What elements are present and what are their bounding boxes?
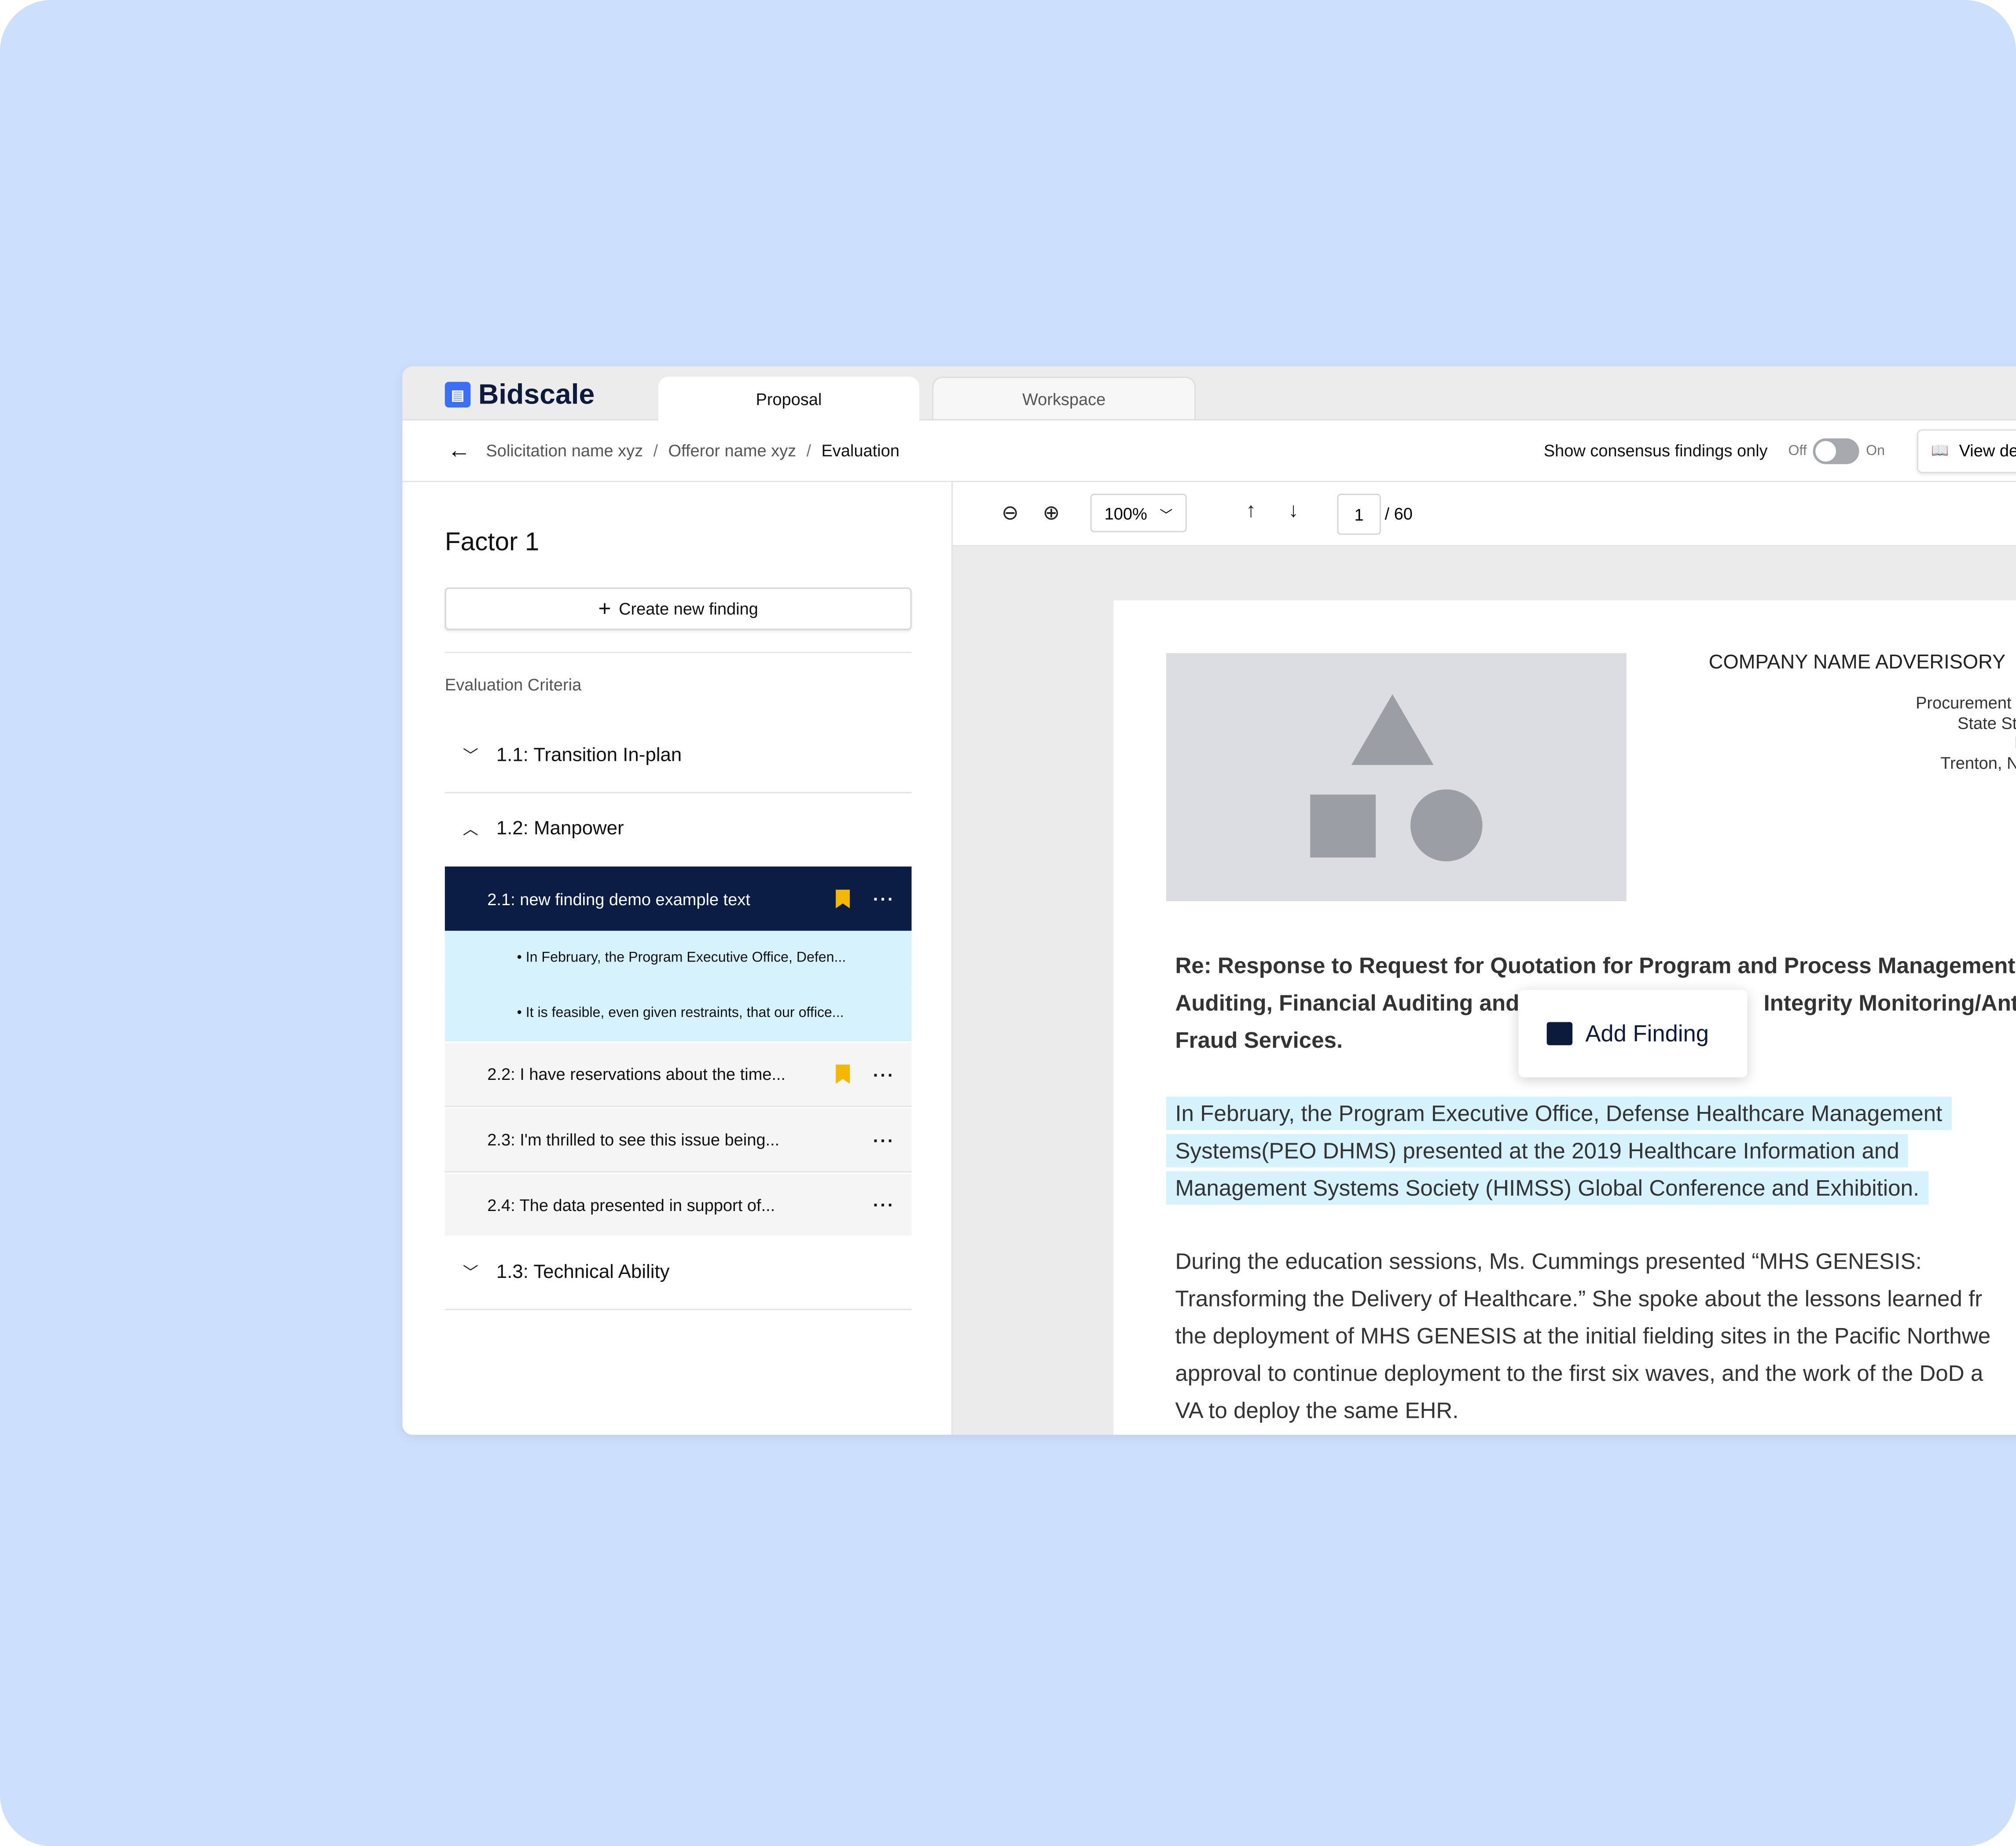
finding-2-4[interactable]: 2.4: The data presented in support of...… bbox=[444, 1174, 912, 1236]
breadcrumb-bar: ← Solicitation name xyz / Offeror name xy… bbox=[402, 420, 2016, 482]
para-line: VA to deploy the same EHR. bbox=[1175, 1397, 1459, 1424]
bullet-text: In February, the Program Executive Offic… bbox=[525, 950, 846, 966]
logo: ▤ Bidscale bbox=[444, 378, 595, 411]
address: Procurement Bureau 33State Street, 9th F… bbox=[1708, 693, 2016, 773]
book-icon: 📖 bbox=[1931, 443, 1949, 459]
finding-label: 2.2: I have reservations about the time.… bbox=[487, 1064, 786, 1084]
arrow-up-icon[interactable]: ↑ bbox=[1246, 500, 1256, 524]
section-1-2[interactable]: ︿ 1.2: Manpower bbox=[445, 792, 912, 866]
background: ▤ Bidscale Proposal Workspace ← Solicitat… bbox=[0, 0, 2016, 1846]
document-page: COMPANY NAME ADVERISORY Procurement Bure… bbox=[1113, 600, 2016, 1435]
finding-2-2[interactable]: 2.2: I have reservations about the time.… bbox=[444, 1042, 912, 1107]
zoom-in-icon[interactable]: ⊕ bbox=[1043, 500, 1060, 526]
add-finding-label: Add Finding bbox=[1585, 1020, 1709, 1046]
para-line: the deployment of MHS GENESIS at the ini… bbox=[1175, 1323, 1991, 1349]
create-finding-label: Create new finding bbox=[619, 599, 758, 619]
consensus-toggle[interactable] bbox=[1813, 437, 1860, 464]
divider bbox=[444, 652, 912, 653]
criteria-label: Evaluation Criteria bbox=[444, 675, 582, 694]
page-total: / 60 bbox=[1384, 504, 1413, 524]
toggle-on-label: On bbox=[1866, 443, 1885, 459]
app-window: ▤ Bidscale Proposal Workspace ← Solicitat… bbox=[402, 366, 2016, 1435]
zoom-out-icon[interactable]: ⊖ bbox=[1002, 500, 1019, 526]
highlight-line: Systems(PEO DHMS) presented at the 2019 … bbox=[1166, 1134, 1909, 1167]
breadcrumb-separator: / bbox=[653, 441, 658, 460]
logo-text: Bidscale bbox=[478, 378, 595, 410]
more-options-icon[interactable]: ··· bbox=[873, 1194, 912, 1215]
address-line: State Street, 9th F bbox=[1957, 713, 2016, 732]
re-line: Integrity Monitoring/Anti bbox=[1763, 990, 2016, 1016]
tab-proposal[interactable]: Proposal bbox=[658, 377, 919, 421]
more-options-icon[interactable]: ··· bbox=[873, 1064, 912, 1085]
highlight-line: Management Systems Society (HIMSS) Globa… bbox=[1166, 1171, 1928, 1205]
bookmark-icon[interactable] bbox=[836, 1064, 850, 1084]
image-placeholder bbox=[1166, 653, 1627, 902]
section-1-1[interactable]: ﹀ 1.1: Transition In-plan bbox=[444, 719, 912, 793]
address-line: P.O. Box 2 bbox=[1708, 733, 2016, 752]
document-viewer: ⊖ ⊕ 100% ﹀ ↑ ↓ 1 / 60 COMPANY NAME ADVERI… bbox=[952, 482, 2016, 1435]
breadcrumb-separator: / bbox=[806, 441, 812, 460]
create-finding-button[interactable]: + Create new finding bbox=[444, 587, 912, 630]
highlighted-passage[interactable]: In February, the Program Executive Offic… bbox=[1166, 1095, 1951, 1207]
bullet-text: It is feasible, even given restraints, t… bbox=[525, 1005, 844, 1021]
back-arrow-icon[interactable]: ← bbox=[448, 437, 471, 464]
chevron-down-icon: ﹀ bbox=[463, 1263, 478, 1282]
finding-bullet[interactable]: • In February, the Program Executive Off… bbox=[444, 931, 912, 986]
section-label: 1.2: Manpower bbox=[496, 818, 624, 840]
para-line: Transforming the Delivery of Healthcare.… bbox=[1175, 1285, 1983, 1312]
bookmark-icon[interactable] bbox=[836, 889, 850, 909]
view-definitions-button[interactable]: 📖 View definiti bbox=[1917, 429, 2016, 473]
chevron-up-icon: ︿ bbox=[463, 820, 478, 838]
breadcrumb-solicitation[interactable]: Solicitation name xyz bbox=[486, 441, 643, 460]
finding-label: 2.1: new finding demo example text bbox=[487, 889, 750, 909]
more-options-icon[interactable]: ··· bbox=[873, 888, 912, 909]
breadcrumb-offeror[interactable]: Offeror name xyz bbox=[668, 441, 797, 460]
re-line: Re: Response to Request for Quotation fo… bbox=[1175, 952, 2016, 979]
chevron-down-icon: ﹀ bbox=[1160, 508, 1173, 523]
re-line: Auditing, Financial Auditing and bbox=[1175, 990, 1520, 1016]
factor-title: Factor 1 bbox=[444, 528, 540, 557]
comment-icon bbox=[1546, 1022, 1573, 1046]
book-logo-icon: ▤ bbox=[444, 382, 471, 408]
highlight-line: In February, the Program Executive Offic… bbox=[1166, 1097, 1951, 1130]
plus-icon: + bbox=[598, 596, 611, 620]
finding-label: 2.3: I'm thrilled to see this issue bein… bbox=[487, 1130, 780, 1149]
viewer-toolbar: ⊖ ⊕ 100% ﹀ ↑ ↓ 1 / 60 bbox=[952, 482, 2016, 547]
section-1-3[interactable]: ﹀ 1.3: Technical Ability bbox=[444, 1236, 912, 1310]
toggle-off-label: Off bbox=[1788, 443, 1807, 459]
shapes-placeholder-icon bbox=[1310, 694, 1483, 862]
page-input[interactable]: 1 bbox=[1337, 493, 1381, 535]
section-label: 1.3: Technical Ability bbox=[496, 1261, 670, 1283]
zoom-value: 100% bbox=[1104, 503, 1147, 523]
arrow-down-icon[interactable]: ↓ bbox=[1288, 500, 1298, 524]
view-definitions-label: View definiti bbox=[1959, 441, 2016, 460]
finding-2-3[interactable]: 2.3: I'm thrilled to see this issue bein… bbox=[444, 1108, 912, 1173]
finding-bullet[interactable]: • It is feasible, even given restraints,… bbox=[444, 986, 912, 1042]
left-panel: Factor 1 + Create new finding Evaluation … bbox=[402, 482, 953, 1435]
more-options-icon[interactable]: ··· bbox=[873, 1130, 912, 1150]
top-bar: ▤ Bidscale Proposal Workspace bbox=[402, 366, 2016, 421]
address-line: Procurement Bureau 33 bbox=[1916, 693, 2016, 712]
tab-workspace[interactable]: Workspace bbox=[932, 377, 1196, 419]
address-line: Trenton, NJ 08625-0 bbox=[1940, 752, 2016, 772]
section-label: 1.1: Transition In-plan bbox=[496, 744, 682, 767]
para-line: approval to continue deployment to the f… bbox=[1175, 1360, 1983, 1386]
add-finding-popup[interactable]: Add Finding bbox=[1518, 990, 1748, 1078]
chevron-down-icon: ﹀ bbox=[463, 747, 478, 765]
breadcrumb-evaluation: Evaluation bbox=[821, 441, 900, 460]
finding-2-1[interactable]: 2.1: new finding demo example text ··· bbox=[444, 866, 912, 931]
consensus-label: Show consensus findings only bbox=[1543, 441, 1768, 460]
company-name: COMPANY NAME ADVERISORY bbox=[1708, 652, 2006, 674]
para-line: During the education sessions, Ms. Cummi… bbox=[1175, 1248, 1922, 1274]
finding-label: 2.4: The data presented in support of... bbox=[487, 1195, 775, 1215]
body-paragraph: During the education sessions, Ms. Cummi… bbox=[1175, 1243, 1990, 1430]
zoom-select[interactable]: 100% ﹀ bbox=[1090, 493, 1187, 532]
